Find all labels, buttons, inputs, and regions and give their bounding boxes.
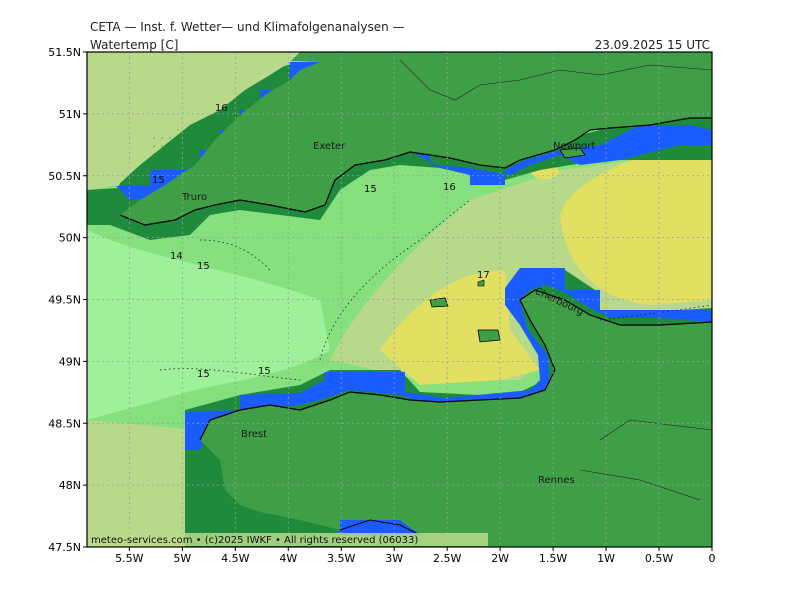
copyright-footer: meteo-services.com • (c)2025 IWKF • All … bbox=[91, 535, 418, 546]
lon-tick-label: 2W bbox=[491, 552, 509, 565]
lat-tick-label: 50.5N bbox=[48, 170, 81, 183]
lat-tick-label: 49N bbox=[59, 355, 81, 368]
lat-tick-label: 51.5N bbox=[48, 46, 81, 59]
city-label-brest: Brest bbox=[241, 429, 267, 440]
contour-label: 15 bbox=[364, 184, 377, 195]
lon-tick-label: 1.5W bbox=[539, 552, 567, 565]
contour-label: 16 bbox=[443, 182, 456, 193]
lon-tick-label: 4W bbox=[279, 552, 297, 565]
city-label-newport: Newport bbox=[553, 141, 595, 152]
lon-tick-label: 2.5W bbox=[433, 552, 461, 565]
contour-label: 16 bbox=[215, 103, 228, 114]
jersey bbox=[477, 329, 501, 343]
lon-tick-label: 3.5W bbox=[327, 552, 355, 565]
lat-tick-label: 51N bbox=[59, 108, 81, 121]
lon-tick-label: 0 bbox=[709, 552, 716, 565]
city-label-rennes: Rennes bbox=[538, 475, 575, 486]
lon-tick-label: 3W bbox=[385, 552, 403, 565]
contour-label: 15 bbox=[152, 175, 165, 186]
lat-tick-label: 50N bbox=[59, 232, 81, 245]
lon-tick-label: 4.5W bbox=[221, 552, 249, 565]
contour-label: 15 bbox=[197, 261, 210, 272]
lat-tick-label: 48N bbox=[59, 479, 81, 492]
lon-tick-label: 1W bbox=[597, 552, 615, 565]
contour-label: 15 bbox=[258, 366, 271, 377]
contour-label: 17 bbox=[477, 270, 490, 281]
contour-label: 15 bbox=[197, 369, 210, 380]
city-label-truro: Truro bbox=[181, 192, 207, 203]
lat-tick-label: 49.5N bbox=[48, 294, 81, 307]
lon-tick-label: 0.5W bbox=[645, 552, 673, 565]
contour-label: 14 bbox=[170, 251, 183, 262]
lon-tick-label: 5W bbox=[173, 552, 191, 565]
lat-tick-label: 48.5N bbox=[48, 417, 81, 430]
lat-tick-label: 47.5N bbox=[48, 541, 81, 554]
city-label-exeter: Exeter bbox=[313, 141, 346, 152]
lon-tick-label: 5.5W bbox=[115, 552, 143, 565]
water-temperature-map: 5.5W 5W 4.5W 4W 3.5W 3W 2.5W 2W 1.5W 1W 0.5W 0 51.5N… bbox=[48, 46, 716, 565]
